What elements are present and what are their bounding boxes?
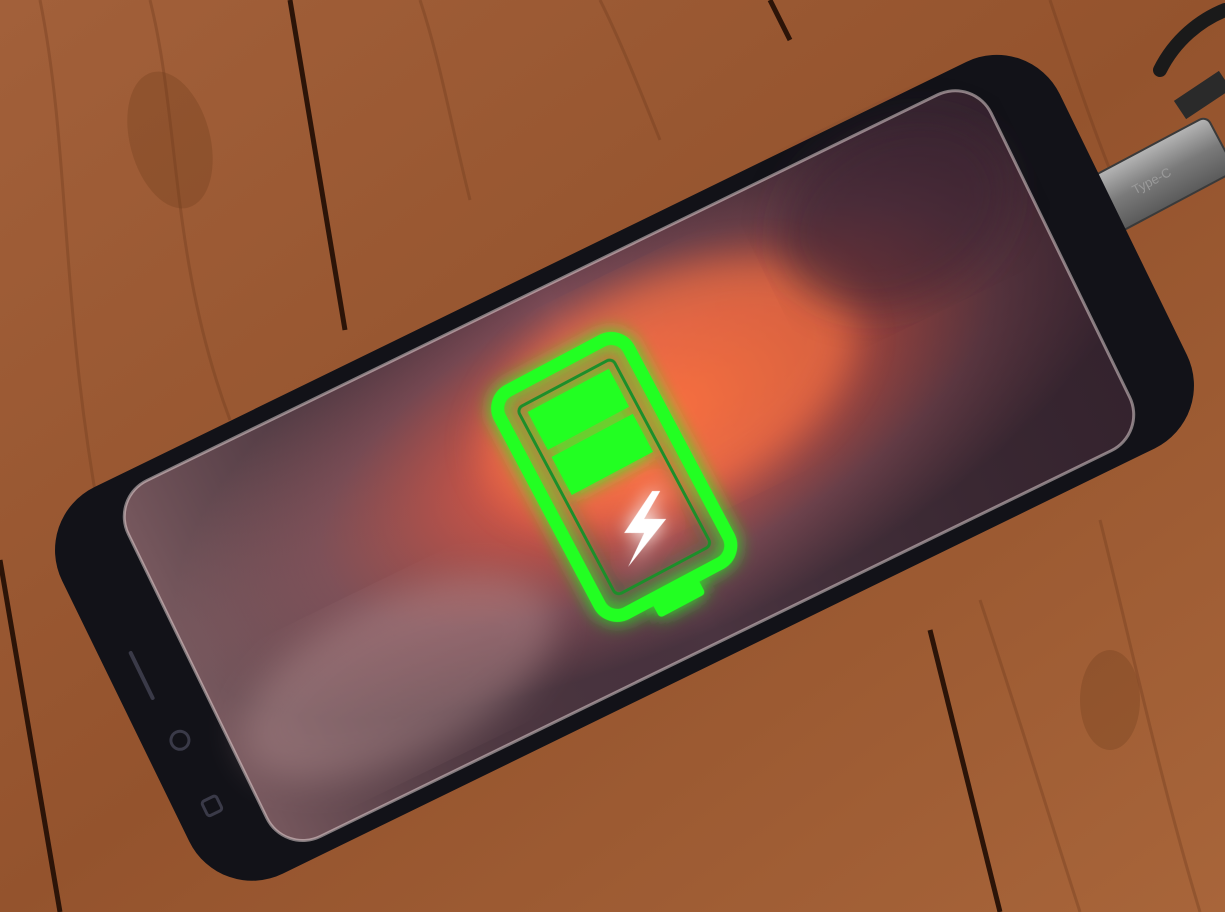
charging-phone-scene: Type-C (0, 0, 1225, 912)
